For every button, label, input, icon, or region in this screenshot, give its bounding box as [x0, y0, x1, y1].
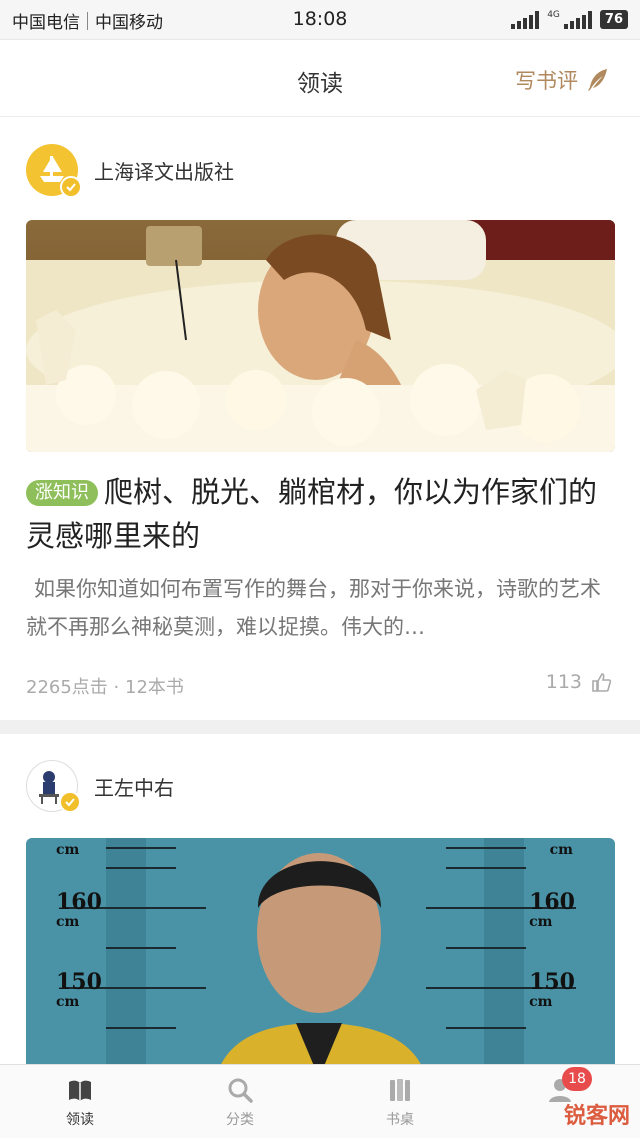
verified-icon	[60, 176, 82, 198]
author-name: 王左中右	[94, 775, 174, 800]
ruler-label: 160 cm	[529, 889, 575, 932]
article-excerpt: 如果你知道如何布置写作的舞台，那对于你来说，诗歌的艺术就不再那么神秘莫测，难以捉…	[26, 577, 601, 639]
watermark-logo: 锐客网	[563, 1104, 630, 1129]
ruler-unit: cm	[529, 994, 553, 1010]
topic-tag[interactable]: 涨知识	[26, 480, 98, 506]
signal-icon	[511, 11, 540, 29]
tab-label: 书桌	[386, 1112, 414, 1128]
article-title[interactable]: 涨知识 爬树、脱光、躺棺材，你以为作家们的灵感哪里来的	[26, 470, 616, 558]
tab-desk[interactable]: 书桌	[320, 1065, 480, 1138]
ruler-value-160: 160	[56, 889, 102, 915]
feed-card[interactable]: 王左中右 cm 160 cm 150 cm cm 160 cm 150 cm	[0, 734, 640, 1064]
book-count: 12本书	[125, 677, 184, 698]
quill-icon	[588, 69, 607, 91]
ruler-label: cm	[56, 842, 80, 858]
tab-category[interactable]: 分类	[160, 1065, 320, 1138]
notification-badge: 18	[562, 1067, 592, 1091]
card-divider	[0, 720, 640, 734]
card-author[interactable]: 王左中右	[26, 760, 174, 813]
battery-icon: 76	[599, 10, 628, 29]
like-count: 113	[545, 671, 582, 693]
status-bar: 中国电信 中国移动 18:08 4G 76	[0, 0, 640, 40]
tab-bar: 领读 分类 书桌 18 锐客网	[0, 1064, 640, 1138]
mugshot-photo	[26, 838, 615, 1064]
verified-icon	[59, 791, 81, 813]
click-count: 2265点击	[26, 677, 108, 698]
signal-icon-2	[563, 11, 592, 29]
search-icon	[228, 1078, 253, 1103]
tab-read[interactable]: 领读	[0, 1065, 160, 1138]
ruler-label: cm	[549, 842, 573, 858]
ruler-unit: cm	[529, 914, 553, 930]
bathtub-photo	[26, 220, 615, 452]
author-name: 上海译文出版社	[94, 159, 234, 184]
ruler-unit: cm	[56, 914, 80, 930]
nav-bar: 领读 写书评	[0, 41, 640, 117]
article-meta: 2265点击 · 12本书	[26, 677, 184, 698]
tab-label: 分类	[226, 1112, 254, 1128]
status-icons: 4G 76	[511, 10, 628, 29]
write-review-button[interactable]: 写书评	[515, 65, 610, 95]
book-icon	[69, 1080, 91, 1101]
cover-image[interactable]: cm 160 cm 150 cm cm 160 cm 150 cm	[26, 838, 615, 1064]
ruler-value-150: 150	[529, 969, 575, 995]
ruler-value-150: 150	[56, 969, 102, 995]
tab-label: 领读	[66, 1112, 94, 1128]
ruler-label: 160 cm	[56, 889, 102, 932]
card-author[interactable]: 上海译文出版社	[26, 144, 234, 198]
avatar[interactable]	[26, 760, 81, 813]
avatar[interactable]	[26, 144, 82, 198]
write-review-label: 写书评	[515, 69, 578, 93]
ruler-value-160: 160	[529, 889, 575, 915]
ruler-label: 150 cm	[529, 969, 575, 1012]
cover-image[interactable]	[26, 220, 615, 452]
ruler-unit: cm	[56, 994, 80, 1010]
network-type: 4G	[547, 10, 560, 20]
like-button[interactable]: 113	[546, 671, 612, 693]
ruler-label: 150 cm	[56, 969, 102, 1012]
thumbs-up-icon	[592, 673, 612, 692]
bookshelf-icon	[390, 1079, 410, 1101]
feed-card[interactable]: 上海译文出版社 涨知识 爬树、脱光、躺棺材，你以为作家们的灵感哪里来的 如果你知…	[0, 118, 640, 720]
article-title-text: 爬树、脱光、躺棺材，你以为作家们的灵感哪里来的	[26, 475, 598, 553]
